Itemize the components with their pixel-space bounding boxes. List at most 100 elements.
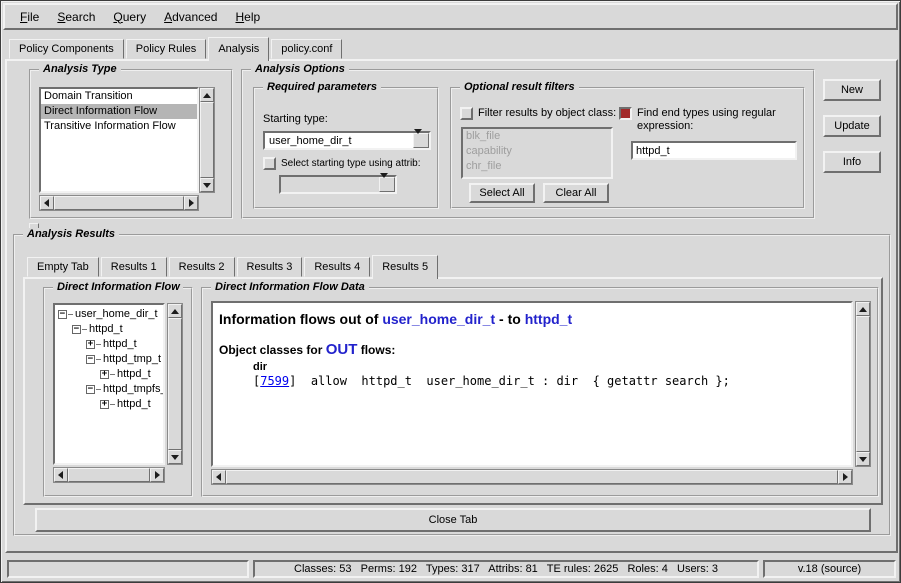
filter-by-class-label: Filter results by object class: bbox=[478, 107, 616, 120]
tree-expander[interactable]: + bbox=[100, 370, 109, 379]
regex-checkbox[interactable] bbox=[619, 107, 632, 120]
arrow-up-icon bbox=[859, 307, 867, 312]
tree-node[interactable]: −httpd_tmp_t bbox=[55, 352, 163, 367]
attrib-checkbox-row: Select starting type using attrib: bbox=[263, 157, 435, 170]
tab-policy-components[interactable]: Policy Components bbox=[9, 39, 124, 59]
filter-by-class-checkbox[interactable] bbox=[460, 107, 473, 120]
flow-data-title: Direct Information Flow Data bbox=[211, 281, 369, 293]
tree-node[interactable]: −user_home_dir_t bbox=[55, 307, 163, 322]
combo-arrow-button[interactable] bbox=[413, 133, 429, 148]
tab-results-1[interactable]: Results 1 bbox=[101, 257, 167, 277]
scroll-thumb[interactable] bbox=[200, 102, 214, 178]
list-item-direct-information-flow[interactable]: Direct Information Flow bbox=[41, 104, 197, 119]
tree-connector bbox=[96, 359, 101, 360]
tab-analysis[interactable]: Analysis bbox=[208, 37, 269, 61]
tab-results-2[interactable]: Results 2 bbox=[169, 257, 235, 277]
scroll-thumb[interactable] bbox=[54, 196, 184, 210]
tab-results-5[interactable]: Results 5 bbox=[372, 255, 438, 279]
scroll-left-button[interactable] bbox=[212, 470, 226, 484]
tab-results-4[interactable]: Results 4 bbox=[304, 257, 370, 277]
menu-advanced[interactable]: Advanced bbox=[155, 7, 226, 27]
flow-data-hscroll[interactable] bbox=[211, 469, 853, 485]
scroll-right-button[interactable] bbox=[184, 196, 198, 210]
combo-arrow-button[interactable] bbox=[379, 177, 395, 192]
tree-node-label: httpd_tmp_t bbox=[103, 352, 161, 367]
arrow-up-icon bbox=[203, 93, 211, 98]
tree-node-label: httpd_tmpfs_t bbox=[103, 382, 165, 397]
scroll-up-button[interactable] bbox=[168, 304, 182, 318]
tree-expander[interactable]: + bbox=[86, 340, 95, 349]
scroll-down-button[interactable] bbox=[200, 178, 214, 192]
filter-by-class-row: Filter results by object class: bbox=[460, 107, 616, 120]
headline-prefix: Information flows out of bbox=[219, 311, 382, 327]
scroll-down-button[interactable] bbox=[856, 452, 870, 466]
scroll-right-button[interactable] bbox=[150, 468, 164, 482]
list-item-chr-file[interactable]: chr_file bbox=[463, 159, 611, 174]
tree-node-label: httpd_t bbox=[117, 397, 151, 412]
clear-all-button[interactable]: Clear All bbox=[543, 183, 609, 203]
menu-search[interactable]: Search bbox=[48, 7, 104, 27]
tree-expander[interactable]: − bbox=[58, 310, 67, 319]
required-parameters-title: Required parameters bbox=[263, 81, 381, 93]
scroll-up-button[interactable] bbox=[856, 302, 870, 316]
close-tab-button[interactable]: Close Tab bbox=[35, 508, 871, 532]
info-button[interactable]: Info bbox=[823, 151, 881, 173]
tree-node[interactable]: +httpd_t bbox=[55, 367, 163, 382]
attrib-checkbox-label: Select starting type using attrib: bbox=[281, 157, 421, 170]
analysis-options-title: Analysis Options bbox=[251, 63, 349, 75]
tree-expander[interactable]: − bbox=[72, 325, 81, 334]
tree-node-label: user_home_dir_t bbox=[75, 307, 158, 322]
scroll-left-button[interactable] bbox=[54, 468, 68, 482]
menu-file[interactable]: File bbox=[11, 7, 48, 27]
select-all-button[interactable]: Select All bbox=[469, 183, 535, 203]
scroll-thumb[interactable] bbox=[168, 318, 182, 450]
update-button[interactable]: Update bbox=[823, 115, 881, 137]
object-class-name: dir bbox=[253, 361, 845, 373]
flow-tree-vscroll[interactable] bbox=[167, 303, 183, 465]
starting-type-combobox[interactable]: user_home_dir_t bbox=[263, 131, 431, 150]
scroll-thumb[interactable] bbox=[68, 468, 150, 482]
results-page: Direct Information Flow T −user_home_dir… bbox=[23, 277, 883, 505]
tree-expander[interactable]: + bbox=[100, 400, 109, 409]
attrib-checkbox[interactable] bbox=[263, 157, 276, 170]
tree-connector bbox=[96, 389, 101, 390]
menu-help[interactable]: Help bbox=[226, 7, 269, 27]
rule-number-link[interactable]: 7599 bbox=[260, 374, 289, 388]
regex-input[interactable] bbox=[631, 141, 797, 160]
tab-policy-rules[interactable]: Policy Rules bbox=[126, 39, 207, 59]
subhead-keyword: OUT bbox=[326, 341, 358, 358]
scroll-thumb[interactable] bbox=[226, 470, 838, 484]
app-window: File Search Query Advanced Help Policy C… bbox=[0, 0, 901, 583]
arrow-right-icon bbox=[189, 199, 194, 207]
list-item-transitive-information-flow[interactable]: Transitive Information Flow bbox=[41, 119, 197, 134]
tree-expander[interactable]: − bbox=[86, 355, 95, 364]
tree-node[interactable]: −httpd_tmpfs_t bbox=[55, 382, 163, 397]
new-button[interactable]: New bbox=[823, 79, 881, 101]
flow-data-vscroll[interactable] bbox=[855, 301, 871, 467]
list-item-blk-file[interactable]: blk_file bbox=[463, 129, 611, 144]
starting-type-label: Starting type: bbox=[263, 113, 328, 125]
tree-node[interactable]: +httpd_t bbox=[55, 337, 163, 352]
list-item-capability[interactable]: capability bbox=[463, 144, 611, 159]
tree-connector bbox=[96, 344, 101, 345]
tab-results-3[interactable]: Results 3 bbox=[237, 257, 303, 277]
scroll-up-button[interactable] bbox=[200, 88, 214, 102]
scroll-down-button[interactable] bbox=[168, 450, 182, 464]
tree-node[interactable]: + httpd_t bbox=[55, 397, 163, 412]
analysis-type-hscroll[interactable] bbox=[39, 195, 199, 211]
scroll-right-button[interactable] bbox=[838, 470, 852, 484]
attrib-combobox[interactable] bbox=[279, 175, 397, 194]
tab-policy-conf[interactable]: policy.conf bbox=[271, 39, 342, 59]
tree-node[interactable]: −httpd_t bbox=[55, 322, 163, 337]
tree-expander[interactable]: − bbox=[86, 385, 95, 394]
flow-tree-hscroll[interactable] bbox=[53, 467, 165, 483]
flow-data-text[interactable]: Information flows out of user_home_dir_t… bbox=[211, 301, 853, 467]
list-item-domain-transition[interactable]: Domain Transition bbox=[41, 89, 197, 104]
arrow-right-icon bbox=[155, 471, 160, 479]
tab-empty-tab[interactable]: Empty Tab bbox=[27, 257, 99, 277]
scroll-left-button[interactable] bbox=[40, 196, 54, 210]
scroll-thumb[interactable] bbox=[856, 316, 870, 452]
analysis-type-vscroll[interactable] bbox=[199, 87, 215, 193]
menu-query[interactable]: Query bbox=[104, 7, 155, 27]
tree-connector bbox=[110, 374, 115, 375]
